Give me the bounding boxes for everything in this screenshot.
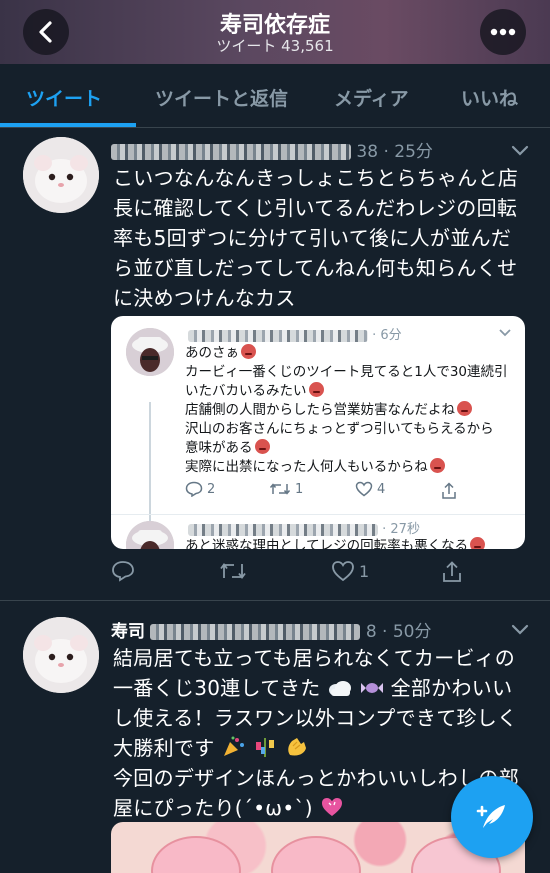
display-name: 寿司 <box>111 622 145 642</box>
tweet-text-line: し使える！ラスワン以外コンプできて珍しく <box>113 706 518 730</box>
embedded-line: 実際に出禁になった人何人もいるからね <box>185 459 428 475</box>
tweet-text-line: 結局居ても立っても居られなくてカービィの <box>113 646 515 670</box>
embedded-line: あのさぁ <box>185 345 239 361</box>
embedded-reply: 2 <box>185 481 215 497</box>
chevron-down-icon <box>499 329 511 337</box>
embedded-tweet-meta: · 27秒 <box>188 518 420 537</box>
redacted-author <box>111 144 351 160</box>
embedded-like-count: 4 <box>377 481 386 497</box>
embedded-tweet-text: あと迷惑な理由としてレジの回転率も悪くなる <box>185 537 520 549</box>
kirby-figure-image <box>271 836 361 873</box>
embedded-reply-count: 2 <box>207 481 216 497</box>
avatar[interactable] <box>23 137 99 213</box>
embedded-like: 4 <box>355 481 385 497</box>
attached-image[interactable]: · 6分 あのさぁ カービィ一番くじのツイート見てると1人で30連続引 いたバカ… <box>111 316 525 549</box>
embedded-timestamp: · 6分 <box>372 328 402 343</box>
tab-tweets[interactable]: ツイート <box>26 84 102 111</box>
redacted-author <box>188 523 378 536</box>
tanabata-tree-icon <box>255 738 274 757</box>
redacted-author <box>188 329 368 342</box>
tweet-text-line: に決めつけんなカス <box>113 286 296 310</box>
more-button[interactable] <box>480 9 526 55</box>
redacted-author <box>150 624 361 640</box>
chevron-down-icon[interactable] <box>510 623 530 637</box>
angry-face-icon <box>457 401 472 416</box>
embedded-tweet-meta: · 6分 <box>188 324 402 343</box>
reply-icon <box>185 481 203 497</box>
tweet-meta: 寿司 8 · 50分 <box>111 617 431 642</box>
retweet-icon <box>269 483 291 495</box>
tweet-timestamp: 38 · 25分 <box>356 142 433 162</box>
cloud-icon <box>329 681 352 696</box>
retweet-icon <box>220 563 246 579</box>
embedded-retweet-count: 1 <box>295 481 304 497</box>
embedded-line: あと迷惑な理由としてレジの回転率も悪くなる <box>185 538 469 549</box>
profile-header: 寿司依存症 ツイート 43,561 <box>0 0 550 64</box>
more-horizontal-icon <box>490 28 516 36</box>
embedded-retweet: 1 <box>269 481 303 497</box>
retweet-button[interactable] <box>219 560 247 582</box>
sparkling-heart-icon <box>321 798 342 816</box>
tweet-text-line: 一番くじ30連してきた <box>113 676 321 700</box>
embedded-line: 意味がある <box>185 440 253 456</box>
like-button[interactable]: 1 <box>331 560 369 582</box>
tweet-text-line: こいつなんなんきっしょこちとらちゃんと店 <box>113 166 519 190</box>
profile-tabs: ツイート ツイートと返信 メディア いいね <box>0 64 550 128</box>
heart-icon <box>355 481 373 497</box>
angry-face-icon <box>470 537 486 549</box>
tweet-text: こいつなんなんきっしょこちとらちゃんと店 長に確認してくじ引いてるんだわレジの回… <box>113 163 533 313</box>
embedded-divider <box>111 514 525 515</box>
reply-icon <box>112 561 134 582</box>
embedded-tweet-text: あのさぁ カービィ一番くじのツイート見てると1人で30連続引 いたバカいるみたい… <box>185 344 520 477</box>
compose-feather-icon <box>476 805 505 828</box>
angry-face-icon <box>241 344 256 359</box>
embedded-line: 沢山のお客さんにちょっとずつ引いてもらえるから <box>185 421 494 437</box>
tweet-text-line: 率も5回ずつに分けて引いて後に人が並んだ <box>113 226 512 250</box>
tweet-text-line: ら並び直しだってしてんねん何も知らんくせ <box>113 256 518 280</box>
tab-tweets-and-replies[interactable]: ツイートと返信 <box>155 84 288 111</box>
tweet-text-line: 長に確認してくじ引いてるんだわレジの回転 <box>113 196 518 220</box>
share-button[interactable] <box>441 560 463 584</box>
clapping-hands-icon <box>287 738 306 756</box>
like-count: 1 <box>359 561 370 581</box>
embedded-line: いたバカいるみたい <box>185 383 307 399</box>
tab-media[interactable]: メディア <box>334 84 409 111</box>
active-tab-indicator <box>0 123 136 127</box>
tweet-text-line: 屋にぴったり(´•ω•`) <box>113 796 313 820</box>
avatar <box>126 328 174 376</box>
tweet-meta: 38 · 25分 <box>111 137 433 162</box>
embedded-line: カービィ一番くじのツイート見てると1人で30連続引 <box>185 364 508 380</box>
candy-icon <box>360 683 383 693</box>
chevron-down-icon[interactable] <box>510 144 530 158</box>
tweet-count: ツイート 43,561 <box>216 37 334 55</box>
tweet-timestamp: 8 · 50分 <box>365 622 432 642</box>
tab-likes[interactable]: いいね <box>461 84 518 111</box>
heart-icon <box>332 561 354 582</box>
avatar[interactable] <box>23 617 99 693</box>
share-icon <box>442 482 456 499</box>
tweet-text-line: 全部かわいい <box>390 676 513 700</box>
kirby-figure-image <box>151 836 241 873</box>
embedded-timestamp: · 27秒 <box>382 522 420 537</box>
angry-face-icon <box>308 382 324 397</box>
avatar <box>126 521 174 549</box>
tweet-actions: 1 <box>111 560 531 588</box>
tweet-text-line: 大勝利です <box>113 736 215 760</box>
tweet-divider <box>0 600 550 601</box>
embedded-line: 店舗側の人間からしたら営業妨害なんだよね <box>185 402 455 418</box>
reply-button[interactable] <box>111 560 135 582</box>
share-icon <box>443 561 461 582</box>
angry-face-icon <box>429 458 445 473</box>
angry-face-icon <box>254 439 270 454</box>
party-popper-icon <box>224 736 245 756</box>
compose-tweet-button[interactable] <box>451 776 533 858</box>
